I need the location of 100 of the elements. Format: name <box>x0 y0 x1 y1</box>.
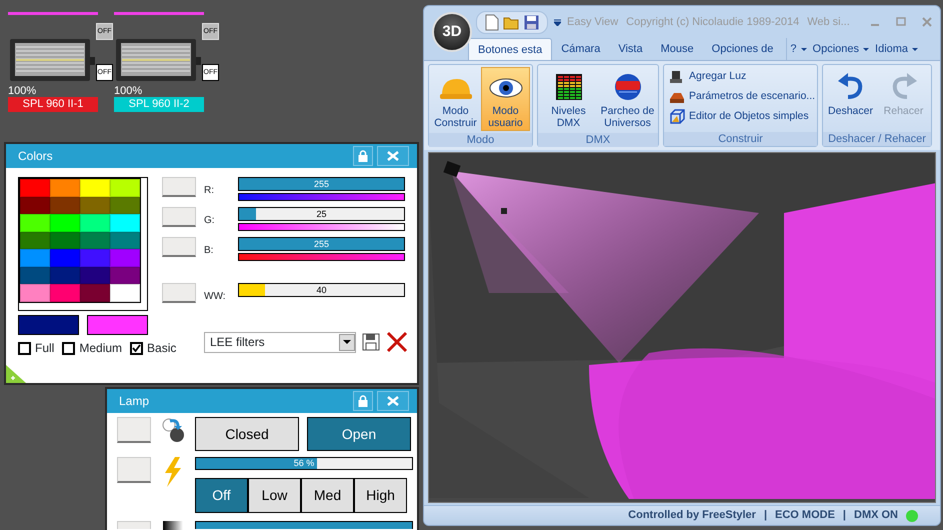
ribbon-button[interactable]: Modo Construir <box>431 67 480 131</box>
menu-button[interactable]: Idioma <box>872 38 922 60</box>
color-swatch[interactable] <box>80 232 110 249</box>
close-icon <box>387 151 399 161</box>
light-fixture-icon <box>669 69 685 85</box>
color-swatch[interactable] <box>20 196 50 214</box>
status-text: Controlled by FreeStyler <box>628 508 756 524</box>
lightning-icon <box>163 457 183 487</box>
filter-dropdown[interactable]: LEE filters <box>204 332 356 352</box>
slider-track[interactable]: 255 <box>238 237 405 251</box>
status-text: DMX ON <box>854 508 898 524</box>
menu-button[interactable]: ? <box>787 38 810 60</box>
menu-button[interactable]: Opciones <box>810 38 872 60</box>
close-icon[interactable] <box>922 17 932 27</box>
color-swatch[interactable] <box>20 214 50 232</box>
save-icon[interactable] <box>524 14 539 30</box>
add-corner-icon[interactable] <box>6 365 26 383</box>
color-swatch[interactable] <box>80 214 110 232</box>
separator: | <box>842 508 846 524</box>
group-label: Construir <box>664 132 817 146</box>
color-swatch[interactable] <box>50 214 80 232</box>
color-swatch[interactable] <box>110 179 140 196</box>
ribbon-tab[interactable]: Opciones de <box>702 38 782 60</box>
ribbon-button[interactable]: Modo usuario <box>481 67 530 131</box>
ribbon-button[interactable]: Parámetros de escenario... <box>669 89 812 105</box>
channel-label: WW: <box>204 290 226 304</box>
color-swatch[interactable] <box>110 284 140 302</box>
checkbox[interactable] <box>130 342 144 354</box>
shutter-button[interactable]: Open <box>307 417 411 451</box>
ribbon-tab[interactable]: Vista <box>609 38 652 60</box>
color-swatch[interactable] <box>20 232 50 249</box>
ribbon-button[interactable]: Niveles DMX <box>540 67 598 131</box>
color-swatch[interactable] <box>50 249 80 266</box>
color-swatch[interactable] <box>50 196 80 214</box>
blank-button[interactable] <box>162 207 196 227</box>
color-swatch[interactable] <box>110 214 140 232</box>
color-swatch[interactable] <box>50 266 80 284</box>
blank-button[interactable] <box>162 237 196 257</box>
color-swatch[interactable] <box>110 266 140 284</box>
fixture-name-tag[interactable]: SPL 960 II-1 <box>8 97 98 112</box>
color-swatch[interactable] <box>110 232 140 249</box>
shutter-button[interactable]: Closed <box>195 417 299 451</box>
color-swatch[interactable] <box>110 196 140 214</box>
slider-track[interactable]: 255 <box>238 177 405 191</box>
maximize-icon[interactable] <box>896 17 906 27</box>
power-button[interactable]: High <box>354 478 407 513</box>
color-swatch[interactable] <box>50 179 80 196</box>
color-swatch[interactable] <box>80 266 110 284</box>
blank-button[interactable] <box>117 417 151 443</box>
color-swatch[interactable] <box>20 284 50 302</box>
dropdown-icon[interactable] <box>554 18 561 26</box>
checkbox-label: Full <box>35 340 54 357</box>
window-title: Lamp <box>119 393 150 410</box>
app-orb-button[interactable]: 3D <box>432 12 472 52</box>
ribbon-tab[interactable]: Mouse <box>652 38 703 60</box>
intensity-label: 100% <box>114 85 144 97</box>
color-swatch[interactable] <box>80 179 110 196</box>
ribbon-button[interactable]: Deshacer <box>824 67 876 130</box>
color-swatch[interactable] <box>20 249 50 266</box>
color-swatch[interactable] <box>80 284 110 302</box>
dimmer-bar[interactable]: 56 % <box>195 457 413 470</box>
power-button[interactable]: Med <box>301 478 354 513</box>
checkbox[interactable] <box>62 342 76 354</box>
intensity-label: 100% <box>8 85 38 97</box>
color-swatch[interactable] <box>110 249 140 266</box>
power-button[interactable]: Off <box>195 478 248 513</box>
ribbon-button[interactable]: Editor de Objetos simples <box>669 109 812 125</box>
lock-button[interactable] <box>353 146 373 166</box>
window-title: Copyright (c) Nicolaudie 1989-2014 <box>626 14 800 30</box>
color-swatch[interactable] <box>20 266 50 284</box>
lock-icon <box>358 150 368 162</box>
ribbon-tab[interactable]: Botones esta <box>468 38 552 60</box>
gradient-icon <box>163 521 183 530</box>
ribbon-tab[interactable]: Cámara <box>552 38 610 60</box>
checkbox[interactable] <box>18 342 31 354</box>
blank-button[interactable] <box>117 457 151 483</box>
blank-button[interactable] <box>162 177 196 197</box>
color-swatch[interactable] <box>50 232 80 249</box>
ribbon-button[interactable]: Parcheo de Universos <box>598 67 656 131</box>
channel-label: G: <box>204 214 216 228</box>
color-swatch[interactable] <box>50 284 80 302</box>
color-swatch[interactable] <box>80 249 110 266</box>
slider-track[interactable]: 40 <box>238 283 405 297</box>
power-button[interactable]: Low <box>248 478 301 513</box>
color-swatch[interactable] <box>80 196 110 214</box>
lock-button[interactable] <box>353 391 373 411</box>
delete-icon[interactable] <box>386 331 408 353</box>
separator: | <box>764 508 768 524</box>
close-button[interactable] <box>377 391 409 411</box>
group-label: DMX <box>538 133 658 147</box>
checkbox-label: Basic <box>147 340 176 357</box>
close-button[interactable] <box>377 146 409 166</box>
lock-icon <box>358 395 368 407</box>
new-file-icon[interactable] <box>485 14 499 30</box>
folder-icon[interactable] <box>503 14 520 30</box>
ribbon-button[interactable]: Agregar Luz <box>669 69 812 85</box>
save-icon[interactable] <box>362 333 380 351</box>
blank-button[interactable] <box>162 283 196 303</box>
color-swatch[interactable] <box>20 179 50 196</box>
slider-track[interactable]: 25 <box>238 207 405 221</box>
